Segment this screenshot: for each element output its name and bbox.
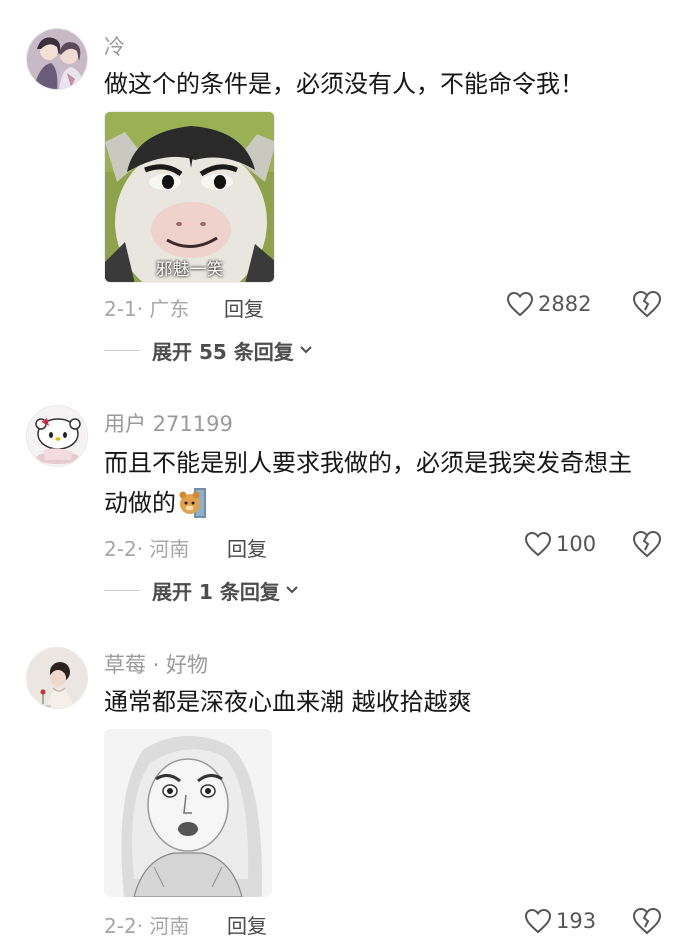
comment-date: 2-1 — [104, 297, 137, 321]
reply-button[interactable]: 回复 — [227, 910, 267, 939]
like-button[interactable]: 100 — [524, 529, 596, 559]
comment-meta: 2-1· 广东 — [104, 293, 189, 322]
heart-outline-icon — [524, 531, 552, 557]
expand-replies-button[interactable]: 展开 1 条回复 — [104, 575, 299, 605]
comment-meta: 2-2· 河南 — [104, 533, 189, 562]
sticker-image[interactable]: 邪魅一笑 — [104, 111, 275, 283]
avatar[interactable] — [26, 405, 88, 467]
comment-date: 2-2 — [104, 914, 137, 938]
heart-outline-icon — [506, 291, 534, 317]
broken-heart-icon[interactable] — [632, 529, 662, 559]
heart-outline-icon — [524, 908, 552, 934]
avatar[interactable] — [26, 647, 88, 709]
expand-replies-label: 展开 1 条回复 — [152, 579, 280, 604]
comment-location: 河南 — [149, 537, 190, 561]
meta-separator: · — [136, 537, 144, 561]
comment-text: 通常都是深夜心血来潮 越收拾越爽 — [104, 688, 472, 716]
meta-separator: · — [136, 297, 144, 321]
like-count: 2882 — [538, 292, 592, 316]
expand-divider — [104, 589, 140, 591]
expand-replies-button[interactable]: 展开 55 条回复 — [104, 335, 313, 365]
chevron-down-icon — [286, 586, 298, 594]
like-button[interactable]: 2882 — [506, 289, 591, 319]
comment-text: 而且不能是别人要求我做的，必须是我突发奇想主 动做的 — [104, 443, 664, 523]
comment-location: 广东 — [149, 297, 190, 321]
like-count: 193 — [556, 909, 597, 933]
comment-meta: 2-2· 河南 — [104, 910, 189, 939]
reply-button[interactable]: 回复 — [227, 533, 267, 562]
username[interactable]: 用户 271199 — [104, 408, 233, 438]
broken-heart-icon[interactable] — [632, 906, 662, 936]
broken-heart-icon[interactable] — [632, 289, 662, 319]
comment-text-line: 动做的 — [104, 489, 176, 517]
username[interactable]: 冷 — [104, 31, 125, 61]
comment-date: 2-2 — [104, 537, 137, 561]
comment-location: 河南 — [149, 914, 190, 938]
comment-text-line-2: 动做的 — [104, 483, 664, 523]
sticker-caption: 邪魅一笑 — [155, 260, 224, 280]
reply-button[interactable]: 回复 — [224, 293, 264, 322]
like-button[interactable]: 193 — [524, 906, 596, 936]
peeking-bear-emoji-icon — [179, 488, 206, 518]
like-count: 100 — [556, 532, 597, 556]
sticker-image[interactable] — [104, 729, 272, 897]
chevron-down-icon — [300, 346, 312, 354]
username[interactable]: 草莓 · 好物 — [104, 649, 208, 679]
expand-replies-label: 展开 55 条回复 — [152, 339, 294, 364]
comment-text: 做这个的条件是，必须没有人，不能命令我！ — [104, 70, 584, 98]
expand-divider — [104, 349, 140, 351]
avatar[interactable] — [26, 28, 88, 90]
meta-separator: · — [136, 914, 144, 938]
comment-text-line: 而且不能是别人要求我做的，必须是我突发奇想主 — [104, 449, 632, 477]
